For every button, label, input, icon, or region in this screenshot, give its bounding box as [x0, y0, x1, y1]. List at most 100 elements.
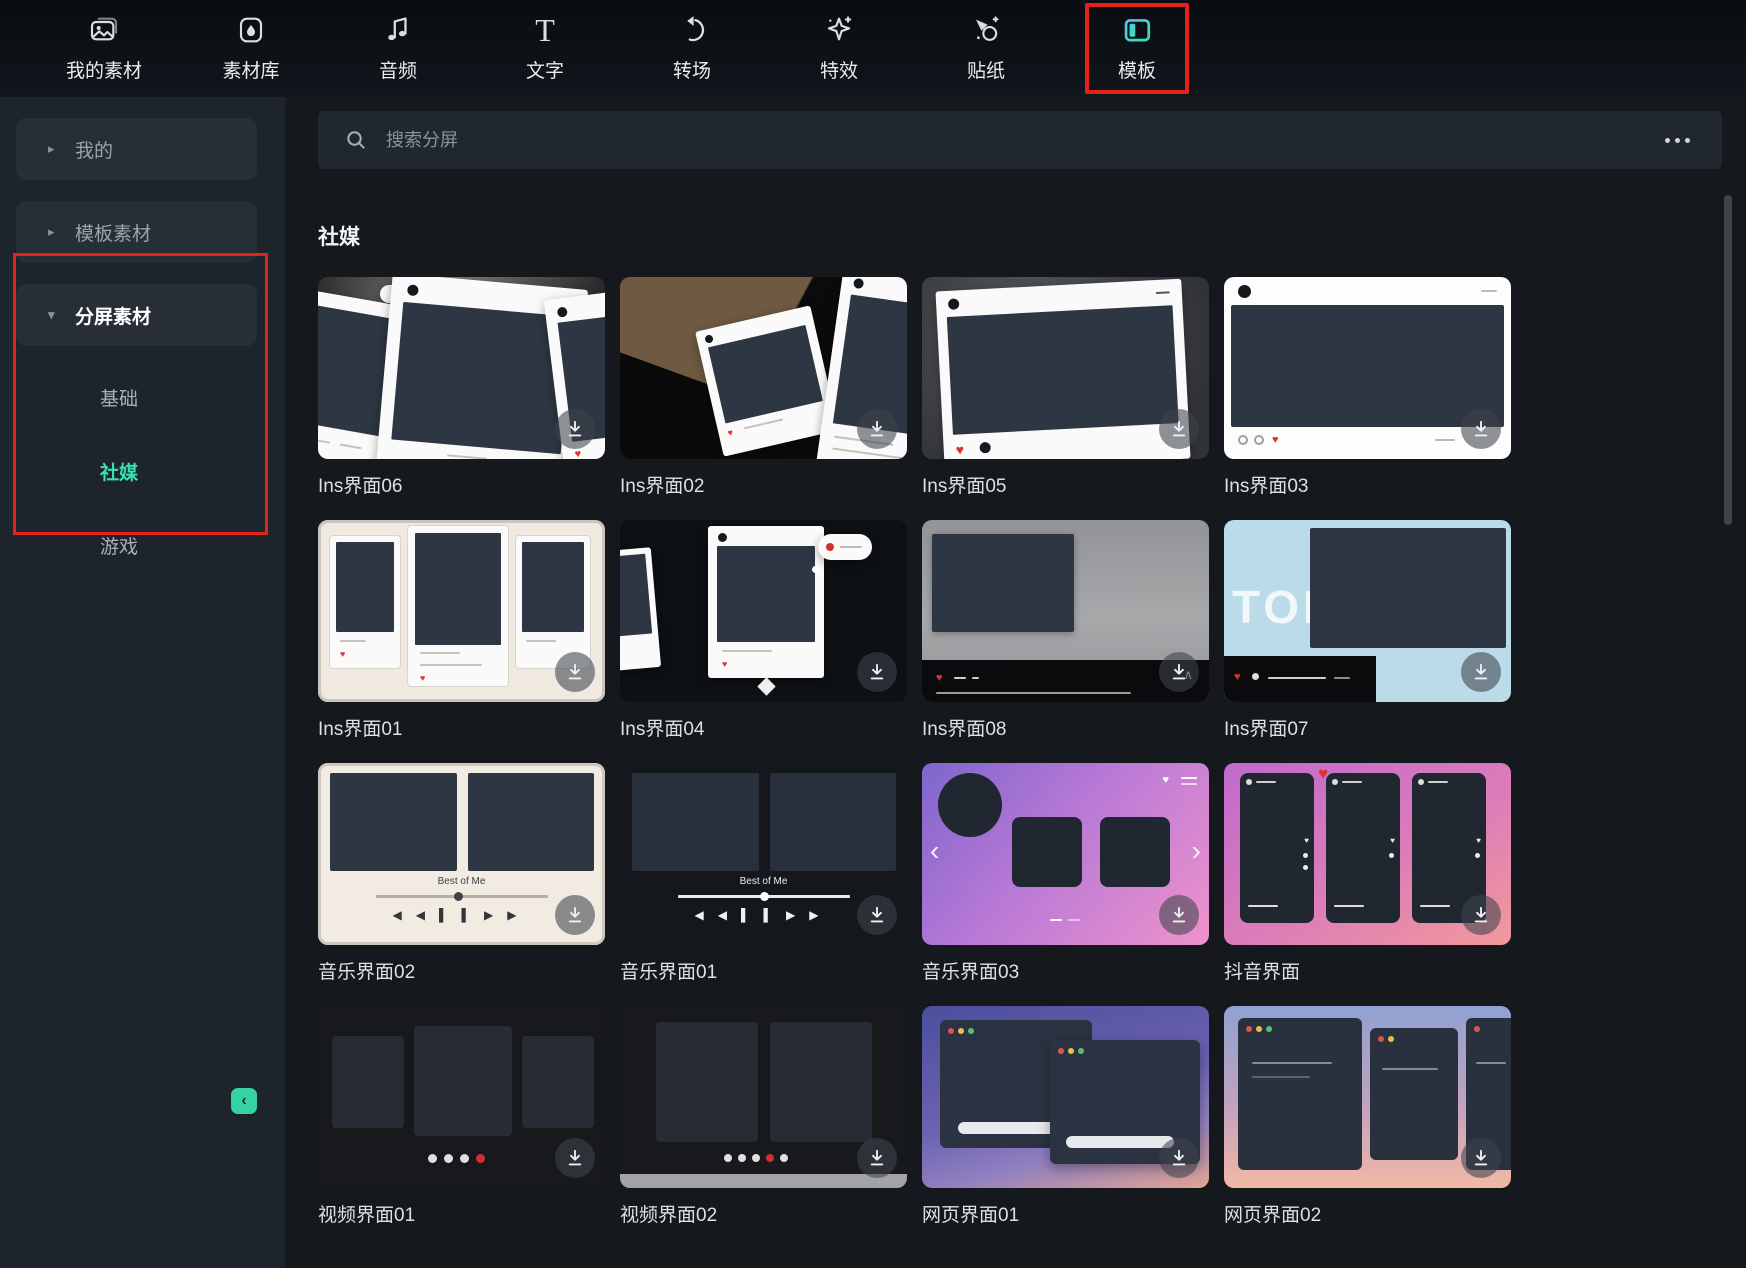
sidebar-item-basic[interactable]: 基础 [0, 360, 285, 434]
download-button[interactable] [555, 1138, 595, 1178]
sidebar-item-games[interactable]: 游戏 [0, 508, 285, 582]
template-thumbnail[interactable] [620, 1006, 907, 1188]
tab-stickers[interactable]: 贴纸 [938, 3, 1034, 94]
heart-icon: ♥ [1162, 775, 1169, 786]
download-button[interactable] [1461, 895, 1501, 935]
template-title: Ins界面01 [318, 714, 605, 741]
sidebar-item-splitscreen-assets[interactable]: ▾ 分屏素材 [16, 284, 257, 346]
template-card: TODAY ♥ Ins界面07 [1224, 520, 1511, 741]
thumb-art [724, 1154, 732, 1162]
thumb-art [1474, 1026, 1480, 1032]
pause-icon[interactable]: ▌▌ [741, 908, 786, 922]
thumb-art: ♥ [708, 526, 824, 678]
template-card: ♥ ♥ ♥ [1224, 763, 1511, 984]
template-thumbnail[interactable] [318, 1006, 605, 1188]
download-button[interactable] [857, 652, 897, 692]
template-title: Ins界面05 [922, 471, 1209, 498]
thumb-art [968, 1028, 974, 1034]
download-button[interactable] [1159, 652, 1199, 692]
search-bar [318, 111, 1722, 169]
template-thumbnail[interactable]: ♥ ♥ ♥ [318, 277, 605, 459]
search-input[interactable] [384, 129, 1643, 152]
download-button[interactable] [857, 409, 897, 449]
template-title: 音乐界面01 [620, 957, 907, 984]
thumb-art [420, 664, 482, 666]
template-thumbnail[interactable] [1224, 1006, 1511, 1188]
scrollbar-thumb[interactable] [1724, 195, 1732, 525]
download-button[interactable] [1159, 895, 1199, 935]
thumb-art [1238, 285, 1251, 298]
stock-library-icon [235, 12, 267, 48]
tab-effects[interactable]: 特效 [791, 3, 887, 94]
chevron-left-icon[interactable]: ‹ [930, 837, 939, 865]
thumb-art [1058, 1048, 1064, 1054]
download-icon [564, 418, 586, 440]
sticker-icon [970, 12, 1002, 48]
template-thumbnail[interactable]: TODAY ♥ [1224, 520, 1511, 702]
template-thumbnail[interactable]: ♥ ∧ [922, 520, 1209, 702]
template-title: 网页界面02 [1224, 1200, 1511, 1227]
thumb-art [1254, 435, 1264, 445]
download-button[interactable] [1159, 409, 1199, 449]
template-thumbnail[interactable]: ♥ [1224, 277, 1511, 459]
thumb-art [632, 773, 759, 871]
thumb-art [460, 1154, 469, 1163]
sidebar-item-mine[interactable]: ▸ 我的 [16, 118, 257, 180]
template-title: 音乐界面03 [922, 957, 1209, 984]
template-card: ♥ Ins界面02 [620, 277, 907, 498]
section-title: 社媒 [318, 221, 1746, 251]
tab-transition[interactable]: 转场 [644, 3, 740, 94]
download-icon [1470, 1147, 1492, 1169]
download-button[interactable] [1461, 1138, 1501, 1178]
fast-forward-icon[interactable]: ▶▶ [786, 908, 832, 922]
template-thumbnail[interactable]: ♥ ♥ [318, 520, 605, 702]
rewind-icon[interactable]: ◀◀ [393, 908, 439, 922]
download-button[interactable] [555, 652, 595, 692]
template-thumbnail[interactable] [922, 1006, 1209, 1188]
download-icon [1470, 418, 1492, 440]
template-thumbnail[interactable]: ♥ ♥ ♥ [1224, 763, 1511, 945]
template-thumbnail[interactable]: ♥ [620, 520, 907, 702]
download-button[interactable] [857, 895, 897, 935]
download-button[interactable] [1461, 652, 1501, 692]
tab-templates-selected[interactable]: 模板 [1085, 3, 1189, 94]
tab-my-media[interactable]: 我的素材 [56, 3, 152, 94]
thumb-art [752, 1154, 760, 1162]
template-thumbnail[interactable]: ♥ ‹ › [922, 763, 1209, 945]
thumb-art [818, 534, 872, 560]
download-button[interactable] [1461, 409, 1501, 449]
tab-audio[interactable]: 音频 [350, 3, 446, 94]
thumb-art [1066, 1136, 1174, 1148]
template-card: 视频界面02 [620, 1006, 907, 1227]
template-thumbnail[interactable]: Best of Me ◀◀▌▌▶▶ [318, 763, 605, 945]
thumb-art [1078, 1048, 1084, 1054]
thumb-art [738, 1154, 746, 1162]
download-button[interactable] [857, 1138, 897, 1178]
thumb-art [1068, 919, 1080, 921]
fast-forward-icon[interactable]: ▶▶ [484, 908, 530, 922]
thumb-art [1303, 853, 1308, 858]
download-button[interactable] [555, 409, 595, 449]
thumb-art [704, 334, 714, 344]
tab-text[interactable]: T 文字 [497, 3, 593, 94]
template-thumbnail[interactable]: ♥ [922, 277, 1209, 459]
sidebar-item-template-assets[interactable]: ▸ 模板素材 [16, 201, 257, 263]
rewind-icon[interactable]: ◀◀ [695, 908, 741, 922]
template-thumbnail[interactable]: ♥ [620, 277, 907, 459]
thumb-art [1428, 781, 1448, 783]
download-icon [866, 904, 888, 926]
pause-icon[interactable]: ▌▌ [439, 908, 484, 922]
download-button[interactable] [555, 895, 595, 935]
template-title: 视频界面02 [620, 1200, 907, 1227]
sidebar-collapse-button[interactable]: ‹ [231, 1088, 257, 1114]
more-dots-icon[interactable] [1659, 132, 1696, 149]
chevron-right-icon[interactable]: › [1192, 837, 1201, 865]
download-button[interactable] [1159, 1138, 1199, 1178]
thumb-art [454, 892, 463, 901]
thumb-art [1418, 779, 1424, 785]
thumb-art [1256, 781, 1276, 783]
tab-stock-library[interactable]: 素材库 [203, 3, 299, 94]
thumb-art [522, 542, 584, 632]
sidebar-item-social-selected[interactable]: 社媒 [0, 434, 285, 508]
template-thumbnail[interactable]: Best of Me ◀◀▌▌▶▶ [620, 763, 907, 945]
